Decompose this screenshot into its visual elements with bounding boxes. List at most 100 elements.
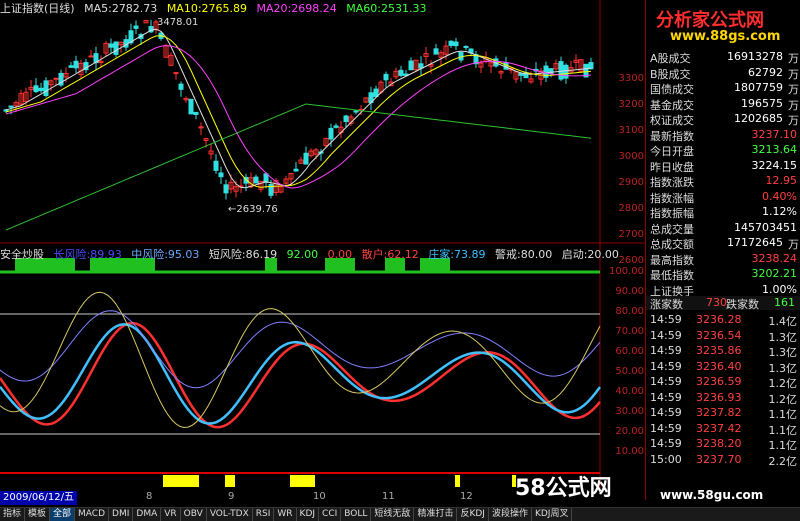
stat-value: 1.12%	[762, 205, 797, 218]
tick-row[interactable]: 14:59 3236.59 1.2亿	[646, 375, 800, 390]
osc-tick: 80.00	[615, 306, 644, 317]
candle-body	[68, 65, 74, 68]
yellow-signal-block	[225, 475, 235, 487]
tick-row[interactable]: 15:00 3237.70 2.2亿	[646, 452, 800, 468]
candle-body	[113, 41, 119, 55]
low-annotation: ←2639.76	[228, 204, 278, 215]
tick-row[interactable]: 14:59 3236.93 1.2亿	[646, 390, 800, 406]
tick-time: 14:59	[650, 421, 682, 435]
candle-body	[398, 69, 404, 76]
tick-row[interactable]: 14:59 3238.20 1.1亿	[646, 437, 800, 452]
tick-price: 3237.70	[696, 452, 742, 466]
candle-body	[8, 105, 14, 108]
stat-row: 最高指数 3238.24	[646, 251, 800, 267]
tab-item[interactable]: KDJ	[297, 508, 320, 521]
tick-row[interactable]: 14:59 3236.28 1.4亿	[646, 313, 800, 328]
tick-volume: 1.2亿	[768, 377, 798, 390]
osc-tick: 70.00	[615, 326, 644, 337]
yellow-signal-block	[455, 475, 460, 487]
chart-area[interactable]: 上证指数(日线) MA5:2782.73 MA10:2765.89 MA20:2…	[0, 0, 763, 505]
indicator-name: 安全炒股	[0, 248, 44, 261]
tab-item[interactable]: MACD	[75, 508, 110, 521]
tab-item[interactable]: DMA	[133, 508, 162, 521]
candle-body	[343, 115, 349, 123]
tab-item[interactable]: WR	[274, 508, 297, 521]
top-watermark-url: www.88gs.com	[670, 29, 781, 44]
tab-item[interactable]: BOLL	[341, 508, 372, 521]
tick-price: 3237.42	[696, 421, 742, 435]
tick-price: 3236.93	[696, 390, 742, 404]
price-tick: 3000	[618, 151, 644, 162]
stat-value: 12.95	[765, 174, 798, 187]
tick-row[interactable]: 14:59 3236.40 1.3亿	[646, 359, 800, 375]
stat-value: 3202.21	[751, 267, 798, 280]
tab-item[interactable]: 波段操作	[489, 508, 532, 521]
short-risk-label: 短风险:86.19	[208, 248, 278, 261]
tab-item[interactable]: 模板	[25, 508, 51, 521]
tab-item[interactable]: KDJ周叉	[532, 508, 573, 521]
candle-body	[548, 68, 554, 75]
stat-label: 基金成交	[650, 98, 694, 112]
candlestick-chart[interactable]	[0, 0, 644, 490]
tick-time: 14:59	[650, 390, 682, 404]
candle-body	[53, 77, 59, 80]
fall-count-value: 161	[774, 296, 795, 309]
candle-body	[433, 48, 439, 55]
osc-tick: 90.00	[615, 286, 644, 297]
stat-row: 总成交额 17172645 万	[646, 236, 800, 251]
mid-risk-label: 中风险:95.03	[131, 248, 200, 261]
ma5-line	[5, 28, 592, 189]
tick-price: 3236.40	[696, 359, 742, 373]
tab-item[interactable]: OBV	[181, 508, 207, 521]
osc-tick: 30.00	[615, 406, 644, 417]
retail-line	[0, 321, 601, 429]
tab-item[interactable]: 反KDJ	[457, 508, 489, 521]
tab-item[interactable]: VR	[161, 508, 181, 521]
candle-body	[303, 152, 309, 165]
rise-count-label: 涨家数	[650, 298, 683, 311]
value-92-label: 92.00	[286, 248, 319, 261]
tab-item[interactable]: RSI	[253, 508, 275, 521]
stat-unit: 万	[788, 67, 799, 81]
stat-row: 今日开盘 3213.64	[646, 143, 800, 158]
price-tick: 3200	[618, 99, 644, 110]
tab-item[interactable]: DMI	[109, 508, 134, 521]
candle-body	[73, 60, 79, 69]
tick-row[interactable]: 14:59 3237.82 1.1亿	[646, 406, 800, 421]
candle-body	[263, 173, 269, 183]
stat-label: B股成交	[650, 67, 691, 81]
breadth-row: 涨家数 730 跌家数 161	[646, 296, 800, 311]
stat-value: 1202685	[734, 112, 783, 125]
rise-count-value: 730	[706, 296, 727, 309]
stat-row: 指数涨幅 0.40%	[646, 190, 800, 205]
tick-price: 3236.59	[696, 375, 742, 388]
candle-body	[133, 25, 139, 29]
tick-time: 14:59	[650, 313, 682, 326]
stat-value: 3238.24	[751, 251, 798, 265]
tab-item[interactable]: 短线无敌	[371, 508, 415, 521]
candle-body	[518, 72, 524, 76]
stat-value: 17172645	[727, 236, 783, 249]
candles-group	[3, 19, 594, 200]
stat-unit: 万	[788, 83, 799, 96]
price-tick: 3300	[618, 73, 644, 84]
tab-item[interactable]: VOL-TDX	[207, 508, 253, 521]
tick-row[interactable]: 14:59 3237.42 1.1亿	[646, 421, 800, 437]
stat-unit: 万	[788, 238, 799, 251]
tab-item[interactable]: CCI	[319, 508, 342, 521]
tab-item[interactable]: 全部	[50, 508, 76, 521]
stat-label: 国债成交	[650, 83, 694, 96]
tab-item[interactable]: 精准打击	[414, 508, 458, 521]
x-label-12: 12	[460, 491, 473, 502]
stat-value: 1.00%	[762, 282, 797, 296]
tab-item[interactable]: 指标	[0, 508, 26, 521]
tick-row[interactable]: 14:59 3235.86 1.3亿	[646, 344, 800, 359]
osc-tick: 60.00	[615, 346, 644, 357]
market-info-panel: 分析家公式网 www.88gs.com A股成交 16913278 万 B股成交 627…	[645, 0, 800, 500]
long-risk-label: 长风险:89.93	[53, 248, 122, 261]
stat-label: 最高指数	[650, 253, 694, 267]
tick-volume: 1.3亿	[768, 346, 798, 359]
stat-label: 昨日收盘	[650, 160, 694, 174]
tick-row[interactable]: 14:59 3236.54 1.3亿	[646, 329, 800, 344]
osc-tick: 40.00	[615, 386, 644, 397]
